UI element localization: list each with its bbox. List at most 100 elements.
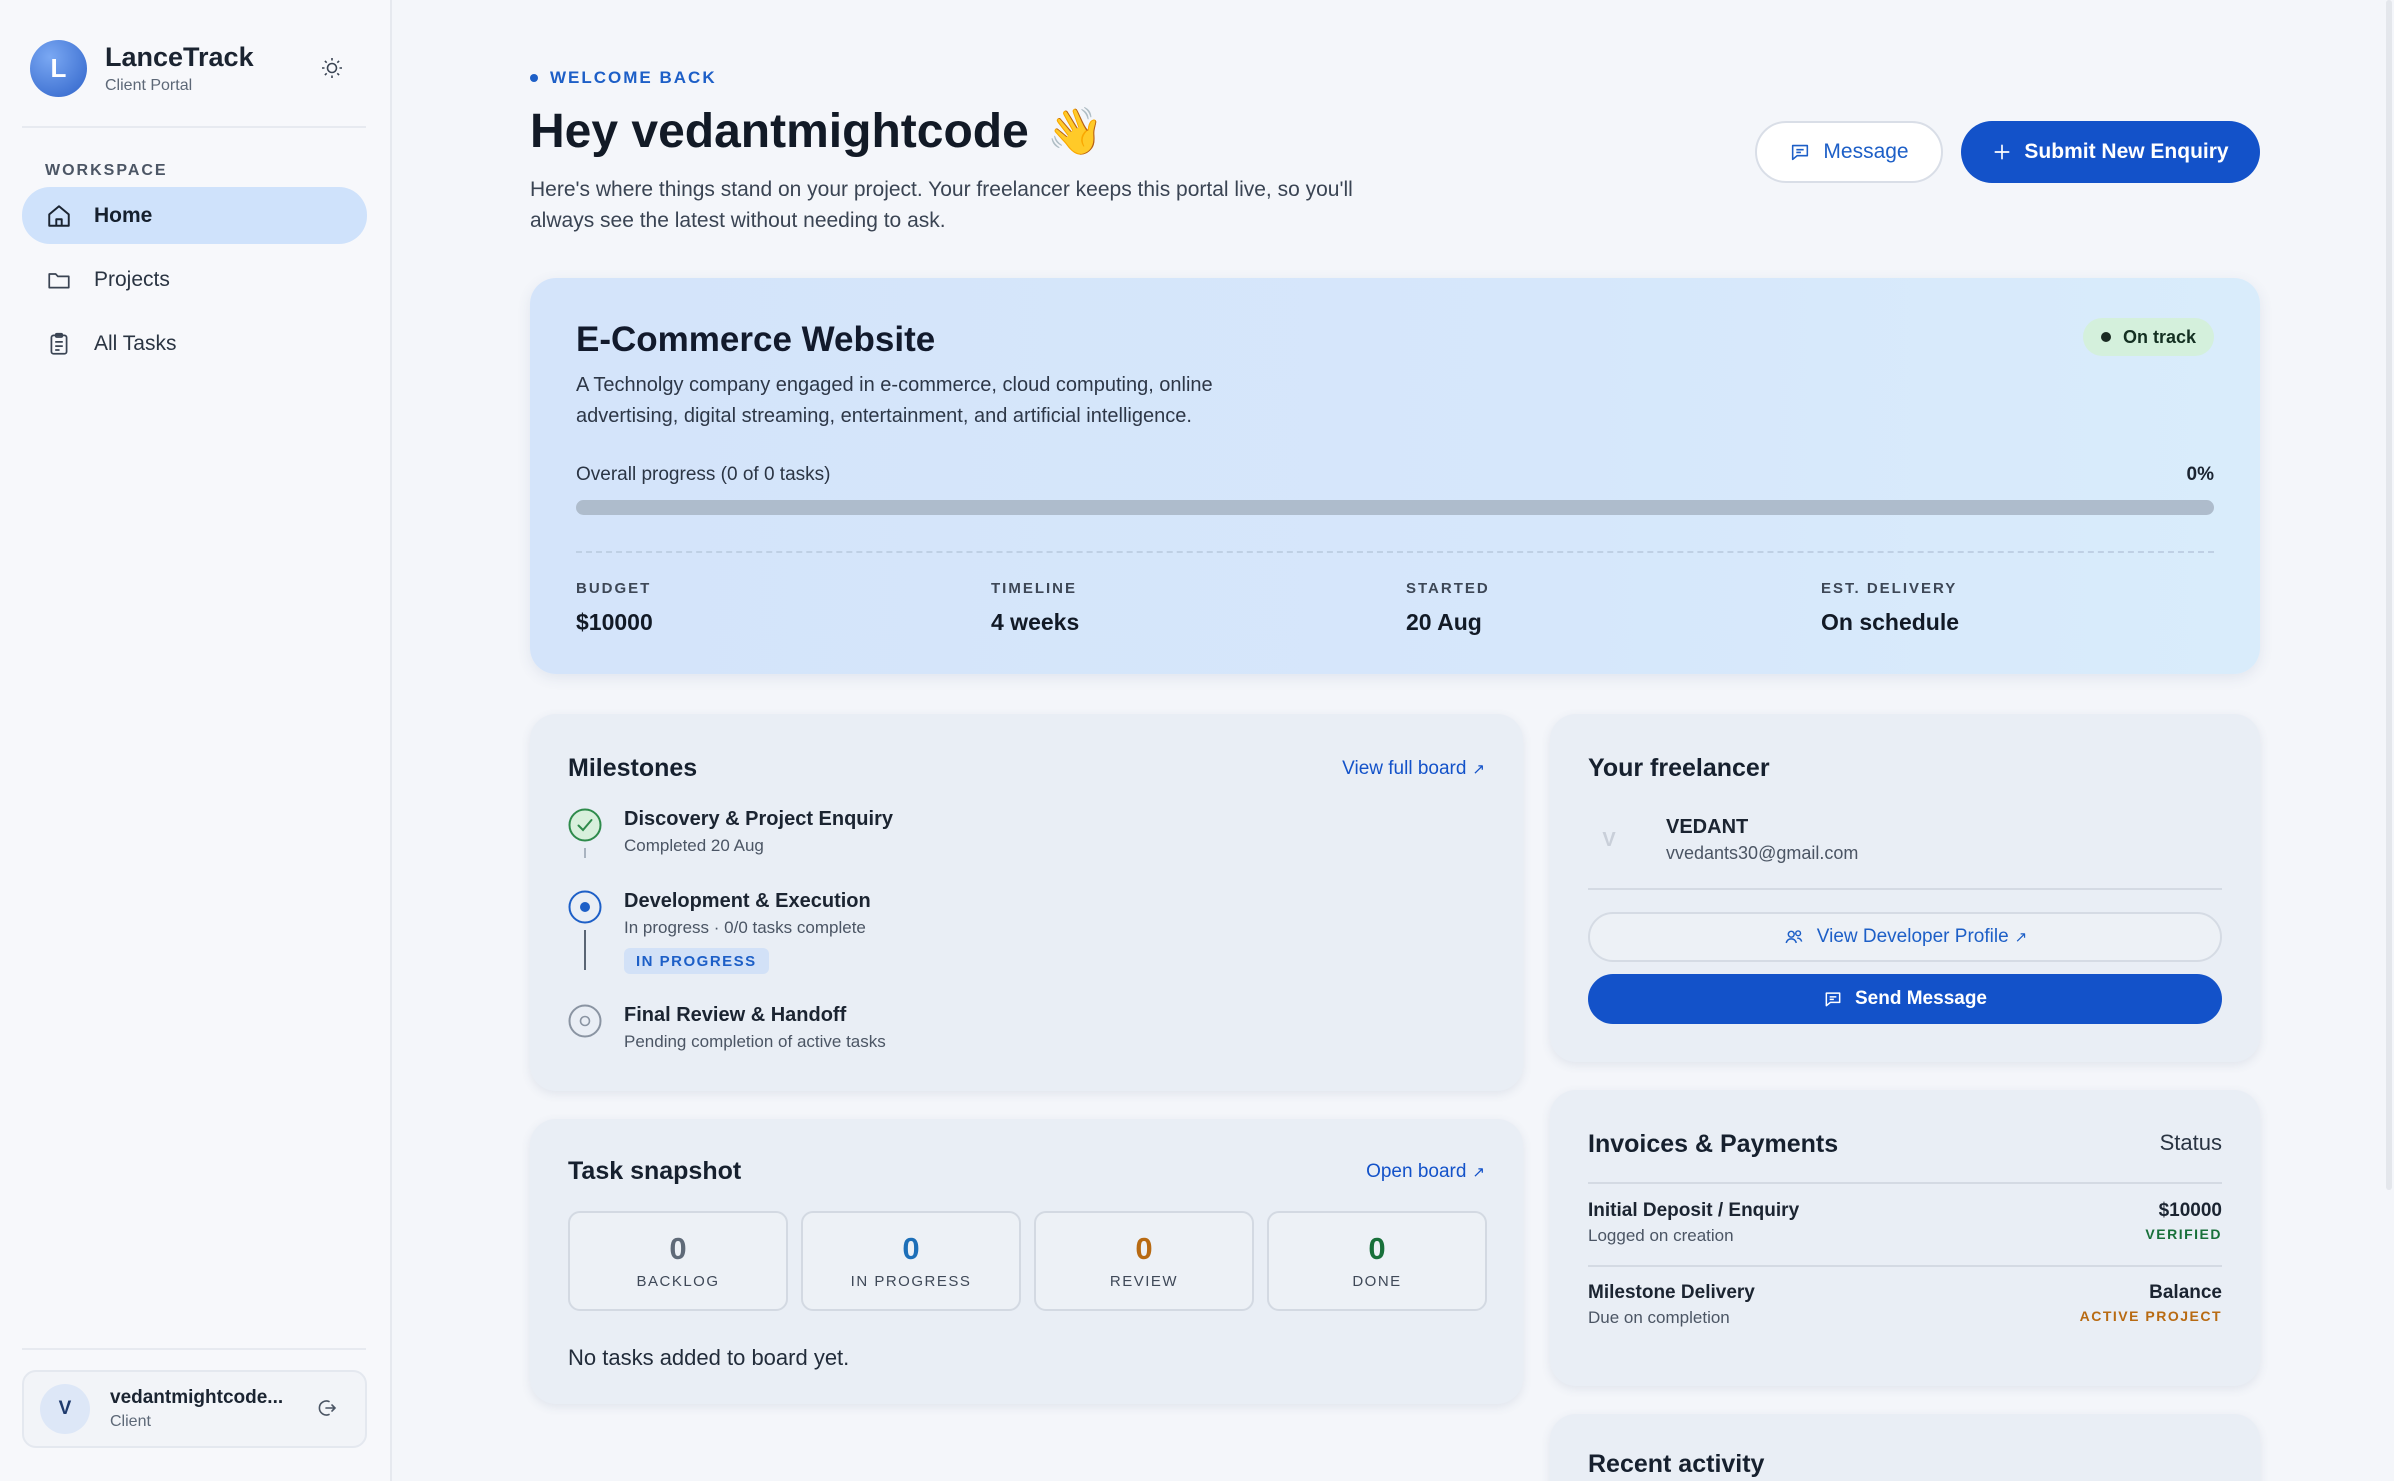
link-label: View full board	[1342, 758, 1467, 779]
arrow-up-right-icon: ↗	[2014, 929, 2028, 946]
brand-subtitle: Client Portal	[105, 77, 193, 94]
arrow-up-right-icon: ↗	[1472, 1164, 1485, 1181]
milestones-title: Milestones	[568, 754, 698, 782]
brand[interactable]: L LanceTrack Client Portal	[30, 40, 254, 97]
invoices-panel: Invoices & Payments Status Initial Depos…	[1550, 1090, 2260, 1386]
status-badge: On track	[2082, 318, 2214, 356]
task-snapshot-title: Task snapshot	[568, 1157, 742, 1185]
status-dot	[2100, 332, 2111, 342]
card-divider	[576, 551, 2214, 553]
arrow-up-right-icon: ↗	[1472, 761, 1485, 778]
empty-tasks-note: No tasks added to board yet.	[568, 1345, 850, 1370]
project-description: A Technolgy company engaged in e-commerc…	[576, 374, 1213, 427]
stat-label: BUDGET	[576, 580, 652, 597]
theme-toggle-sun-icon[interactable]	[316, 52, 348, 84]
milestone-subtitle: Pending completion of active tasks	[624, 1032, 886, 1051]
stat-value: 20 Aug	[1406, 609, 1482, 635]
invoice-row[interactable]: Milestone Delivery Due on completion Bal…	[1588, 1282, 2222, 1328]
sidebar-item-home[interactable]: Home	[22, 187, 367, 244]
invoices-status-header: Status	[2159, 1130, 2222, 1155]
submit-enquiry-button[interactable]: Submit New Enquiry	[1961, 121, 2260, 183]
invoice-amount: $10000	[2158, 1200, 2222, 1221]
invoice-name: Initial Deposit / Enquiry	[1588, 1200, 1800, 1221]
tile-count: 0	[902, 1231, 920, 1266]
tile-label: BACKLOG	[636, 1273, 720, 1290]
message-button[interactable]: Message	[1755, 121, 1943, 183]
status-badge: IN PROGRESS	[624, 948, 769, 974]
profile-button-label: View Developer Profile	[1816, 926, 2009, 947]
tile-label: REVIEW	[1109, 1273, 1179, 1290]
clipboard-icon	[46, 331, 72, 357]
sidebar-divider	[22, 1348, 366, 1350]
plus-icon	[1992, 142, 2012, 162]
invoice-subtitle: Logged on creation	[1588, 1226, 1734, 1245]
user-card[interactable]: V vedantmightcode... Client	[22, 1370, 367, 1448]
progress-label: Overall progress (0 of 0 tasks)	[576, 464, 831, 485]
welcome-label: WELCOME BACK	[550, 68, 717, 87]
recent-activity-title: Recent activity	[1588, 1450, 1765, 1478]
user-role: Client	[110, 1413, 151, 1430]
greeting-text: Hey vedantmightcode	[530, 105, 1029, 158]
sidebar-item-label: Home	[94, 203, 153, 227]
status-text: On track	[2122, 326, 2196, 347]
user-name: vedantmightcode...	[110, 1387, 284, 1408]
tile-count: 0	[669, 1231, 687, 1266]
stat-budget: BUDGET $10000	[576, 580, 653, 636]
intro-text: Here's where things stand on your projec…	[530, 178, 1353, 232]
project-card: E-Commerce Website On track A Technolgy …	[530, 278, 2260, 674]
sidebar-item-label: Projects	[94, 267, 170, 291]
milestone-connector	[584, 930, 586, 970]
sidebar-item-projects[interactable]: Projects	[22, 251, 367, 308]
task-tile-in-progress[interactable]: 0 IN PROGRESS	[801, 1211, 1021, 1311]
view-full-board-link[interactable]: View full board ↗	[1342, 758, 1485, 780]
freelancer-name: VEDANT	[1666, 816, 1749, 838]
invoice-divider	[1588, 1182, 2222, 1184]
send-message-label: Send Message	[1855, 988, 1987, 1009]
sidebar-item-all-tasks[interactable]: All Tasks	[22, 315, 367, 372]
invoice-status-tag: VERIFIED	[2145, 1226, 2222, 1242]
invoice-row[interactable]: Initial Deposit / Enquiry Logged on crea…	[1588, 1200, 2222, 1246]
open-board-link[interactable]: Open board ↗	[1366, 1161, 1485, 1183]
active-dot-icon	[568, 890, 602, 924]
stat-label: EST. DELIVERY	[1821, 580, 1958, 597]
avatar: V	[1602, 828, 1616, 851]
stat-label: TIMELINE	[991, 580, 1077, 597]
stat-est-delivery: EST. DELIVERY On schedule	[1821, 580, 1959, 636]
scrollbar[interactable]	[2384, 0, 2394, 1481]
recent-activity-panel: Recent activity	[1550, 1414, 2260, 1481]
invoices-title: Invoices & Payments	[1588, 1130, 1839, 1158]
avatar: V	[40, 1384, 90, 1434]
progress-bar	[576, 500, 2214, 515]
scrollbar-thumb[interactable]	[2386, 0, 2392, 1190]
submit-enquiry-label: Submit New Enquiry	[2024, 140, 2229, 163]
welcome-eyebrow: WELCOME BACK	[530, 68, 717, 88]
folder-icon	[46, 267, 72, 293]
invoice-divider	[1588, 1265, 2222, 1267]
stat-value: On schedule	[1821, 609, 1960, 635]
stat-value: $10000	[576, 609, 653, 635]
send-message-button[interactable]: Send Message	[1588, 974, 2222, 1024]
task-tile-backlog[interactable]: 0 BACKLOG	[568, 1211, 788, 1311]
sidebar: L LanceTrack Client Portal WORKSPACE Hom…	[0, 0, 392, 1481]
milestones-panel: Milestones View full board ↗ Discovery & …	[530, 714, 1523, 1091]
page-title: Hey vedantmightcode 👋	[530, 104, 1104, 159]
invoice-status-tag: ACTIVE PROJECT	[2079, 1308, 2222, 1324]
sidebar-divider	[22, 126, 366, 128]
freelancer-title: Your freelancer	[1588, 754, 1770, 782]
tile-label: IN PROGRESS	[850, 1273, 972, 1290]
message-button-label: Message	[1823, 140, 1909, 163]
tile-label: DONE	[1352, 1273, 1402, 1290]
welcome-dot	[530, 74, 538, 82]
logout-icon[interactable]	[315, 1396, 343, 1424]
link-label: Open board	[1366, 1161, 1467, 1182]
sidebar-item-label: All Tasks	[94, 331, 177, 355]
milestone-connector	[584, 848, 586, 858]
milestone-subtitle: Completed 20 Aug	[624, 836, 764, 855]
freelancer-email: vvedants30@gmail.com	[1666, 843, 1859, 863]
task-tile-review[interactable]: 0 REVIEW	[1034, 1211, 1254, 1311]
task-tile-done[interactable]: 0 DONE	[1267, 1211, 1487, 1311]
freelancer-info: V VEDANT vvedants30@gmail.com	[1588, 816, 1858, 864]
check-circle-icon	[568, 808, 602, 842]
view-developer-profile-button[interactable]: View Developer Profile ↗	[1588, 912, 2222, 962]
stat-label: STARTED	[1406, 580, 1490, 597]
